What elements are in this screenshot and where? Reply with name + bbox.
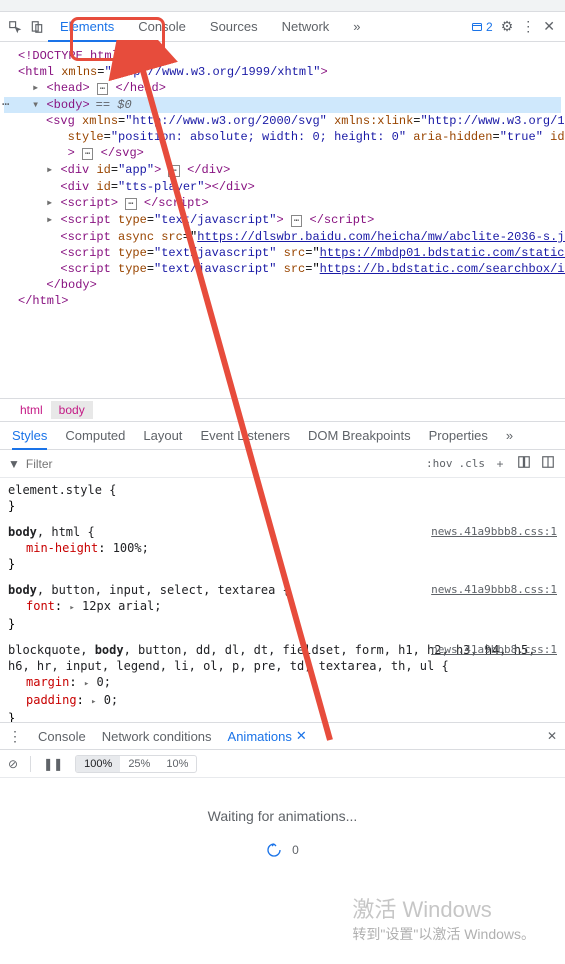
speed-10[interactable]: 10% [158, 756, 196, 772]
browser-chrome-strip [0, 0, 565, 12]
body-close[interactable]: </body> [4, 277, 561, 293]
tab-network[interactable]: Network [270, 12, 342, 42]
tab-computed[interactable]: Computed [65, 428, 125, 443]
dollar-zero: == $0 [96, 98, 132, 112]
head-node[interactable]: ▸ <head> ⋯ </head> [4, 80, 561, 97]
script5-node[interactable]: <script type="text/javascript" src="http… [4, 261, 561, 277]
computed-toggle-icon[interactable] [515, 455, 533, 472]
div-tts-node[interactable]: <div id="tts-player"></div> [4, 179, 561, 195]
elements-tree[interactable]: <!DOCTYPE html> <html xmlns="http://www.… [0, 42, 565, 398]
tab-properties[interactable]: Properties [429, 428, 488, 443]
styles-tabs-more[interactable]: » [506, 428, 513, 443]
pause-icon[interactable]: ❚❚ [43, 757, 63, 771]
styles-filter-bar: ▼ :hov .cls + [0, 450, 565, 478]
crumb-html[interactable]: html [12, 401, 51, 419]
tab-styles[interactable]: Styles [12, 422, 47, 450]
rule-font[interactable]: news.41a9bbb8.css:1 body, button, input,… [8, 582, 557, 632]
windows-activation-watermark: 激活 Windows 转到"设置"以激活 Windows。 [352, 892, 535, 944]
close-icon[interactable]: ✕ [543, 18, 555, 35]
drawer-tabs: ⋮ Console Network conditions Animations … [0, 722, 565, 750]
html-open[interactable]: <html xmlns="http://www.w3.org/1999/xhtm… [4, 64, 561, 80]
rule-reset[interactable]: news.41a9bbb8.css:1 blockquote, body, bu… [8, 642, 557, 722]
breadcrumb: html body [0, 398, 565, 422]
devtools-toolbar: Elements Console Sources Network » 2 ⚙ ⋮… [0, 12, 565, 42]
div-app-node[interactable]: ▸ <div id="app"> ⋯ </div> [4, 162, 561, 179]
tab-close-icon[interactable]: ✕ [296, 728, 307, 744]
drawer-tab-console[interactable]: Console [38, 729, 86, 744]
animations-spinner: 0 [0, 834, 565, 866]
rule-body-html[interactable]: news.41a9bbb8.css:1 body, html { min-hei… [8, 524, 557, 572]
animations-toolbar: ⊘ ❚❚ 100% 25% 10% [0, 750, 565, 778]
tab-layout[interactable]: Layout [143, 428, 182, 443]
styles-body[interactable]: element.style { } news.41a9bbb8.css:1 bo… [0, 478, 565, 722]
inspect-element-icon[interactable] [4, 16, 26, 38]
tab-elements[interactable]: Elements [48, 12, 126, 42]
styles-tabs: Styles Computed Layout Event Listeners D… [0, 422, 565, 450]
speed-selector: 100% 25% 10% [75, 755, 197, 773]
tab-dom-breakpoints[interactable]: DOM Breakpoints [308, 428, 411, 443]
hov-toggle[interactable]: :hov [426, 457, 453, 470]
html-close[interactable]: </html> [4, 293, 561, 309]
speed-100[interactable]: 100% [76, 756, 120, 772]
filter-icon: ▼ [8, 457, 20, 471]
drawer-close-icon[interactable]: ✕ [547, 729, 557, 743]
filter-input[interactable] [26, 457, 420, 471]
tab-console[interactable]: Console [126, 12, 198, 42]
toolbar-right: 2 ⚙ ⋮ ✕ [471, 18, 561, 35]
device-toggle-icon[interactable] [26, 16, 48, 38]
clear-icon[interactable]: ⊘ [8, 757, 18, 771]
new-style-rule-icon[interactable]: + [491, 457, 509, 471]
script2-node[interactable]: ▸ <script type="text/javascript"> ⋯ </sc… [4, 212, 561, 229]
issues-count: 2 [486, 20, 493, 34]
doctype-node[interactable]: <!DOCTYPE html> [4, 48, 561, 64]
tabs-more[interactable]: » [341, 12, 372, 42]
drawer-menu-icon[interactable]: ⋮ [8, 728, 22, 745]
body-node-selected[interactable]: ⋯▾ <body>== $0 [4, 97, 561, 113]
rule-source-link[interactable]: news.41a9bbb8.css:1 [431, 524, 557, 540]
gear-icon[interactable]: ⚙ [501, 18, 514, 35]
tab-sources[interactable]: Sources [198, 12, 270, 42]
drawer-tab-animations[interactable]: Animations ✕ [228, 728, 307, 744]
animation-count: 0 [292, 843, 299, 857]
tab-event-listeners[interactable]: Event Listeners [200, 428, 290, 443]
rule-source-link[interactable]: news.41a9bbb8.css:1 [431, 642, 557, 658]
main-tabs: Elements Console Sources Network » [48, 12, 471, 42]
crumb-body[interactable]: body [51, 401, 93, 419]
issues-badge[interactable]: 2 [471, 20, 493, 34]
cls-toggle[interactable]: .cls [459, 457, 486, 470]
kebab-menu-icon[interactable]: ⋮ [521, 18, 535, 35]
rule-source-link[interactable]: news.41a9bbb8.css:1 [431, 582, 557, 598]
panel-layout-icon[interactable] [539, 455, 557, 472]
script4-node[interactable]: <script type="text/javascript" src="http… [4, 245, 561, 261]
script1-node[interactable]: ▸ <script> ⋯ </script> [4, 195, 561, 212]
speed-25[interactable]: 25% [120, 756, 158, 772]
script3-node[interactable]: <script async src="https://dlswbr.baidu.… [4, 229, 561, 245]
svg-node[interactable]: <svg xmlns="http://www.w3.org/2000/svg" … [4, 113, 561, 162]
rule-element-style[interactable]: element.style { } [8, 482, 557, 514]
drawer-tab-network-conditions[interactable]: Network conditions [102, 729, 212, 744]
animations-waiting-text: Waiting for animations... [0, 778, 565, 834]
